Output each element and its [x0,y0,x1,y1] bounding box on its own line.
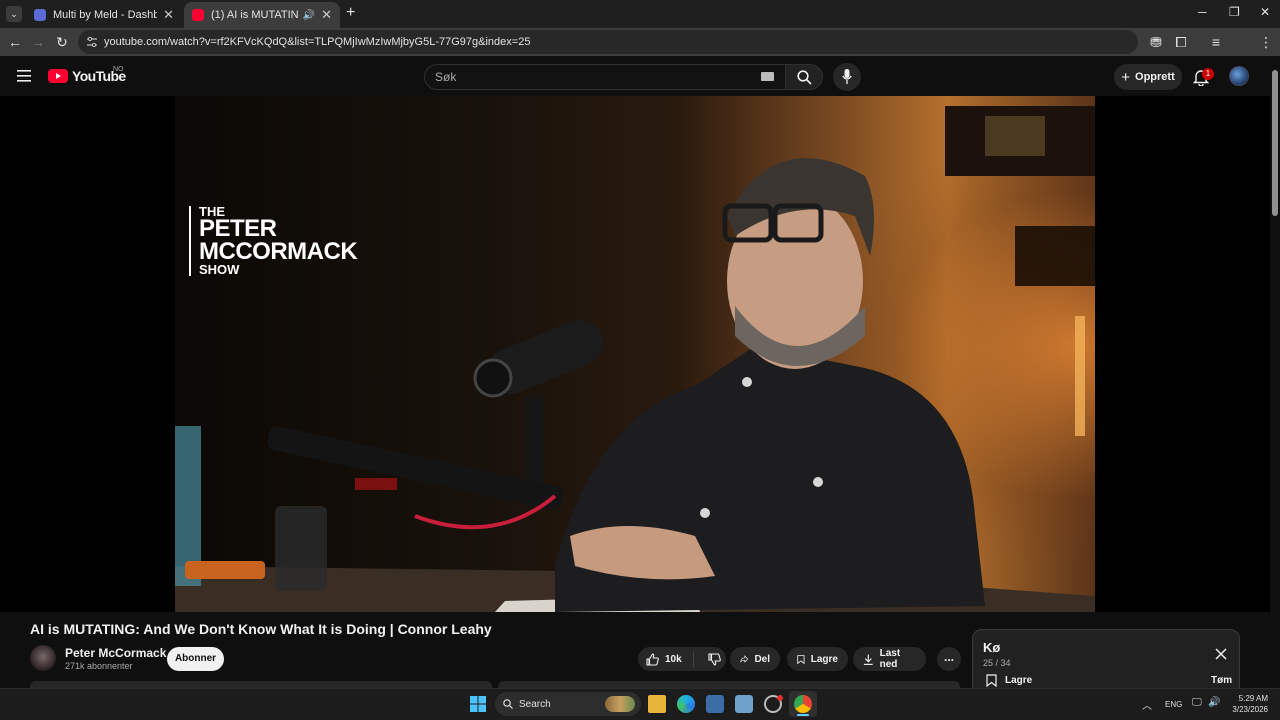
chevron-up-icon[interactable]: ︿ [1142,697,1152,712]
tab-multi-meld[interactable]: Multi by Meld - Dashboard. ✕ [26,2,182,28]
queue-position: 25 / 34 [983,658,1011,668]
queue-clear-button[interactable]: Tøm [1211,675,1232,686]
clock[interactable]: 5:29 AM 3/23/2026 [1230,693,1268,715]
video-scene-image [175,106,1095,612]
back-arrow-icon[interactable]: ← [7,34,23,50]
create-label: Opprett [1135,71,1175,83]
microphone-icon [842,69,852,84]
country-code: NO [113,66,124,73]
queue-save-label: Lagre [1005,675,1033,686]
thumbs-up-icon [646,652,659,666]
youtube-play-logo-icon [48,69,68,83]
browser-tab-strip: ⌄ Multi by Meld - Dashboard. ✕ (1) AI is… [0,0,1280,28]
forward-arrow-icon[interactable]: → [30,34,46,50]
tab-close-icon[interactable]: ✕ [321,7,332,23]
share-label: Del [754,653,770,665]
thumbs-down-icon [708,652,721,666]
minimize-icon[interactable]: ─ [1198,5,1207,19]
like-dislike-group: 10k [638,647,726,671]
download-label: Last ned [879,648,901,670]
hamburger-menu-icon[interactable] [17,70,31,82]
bookmark-icon [986,674,997,687]
remote-desktop-icon[interactable] [706,695,724,713]
site-info-icon[interactable] [86,36,98,48]
new-tab-button[interactable]: + [346,4,355,22]
taskbar-search-label: Search [519,698,551,710]
reload-icon[interactable]: ↻ [54,34,70,50]
notification-count-badge: 1 [1202,68,1214,80]
create-button[interactable]: + Opprett [1114,64,1182,90]
save-label: Lagre [810,653,838,665]
app-alert-badge [777,695,783,701]
close-icon[interactable] [1214,647,1228,661]
tab-youtube-video[interactable]: (1) AI is MUTATING: And We 🔊 ✕ [184,2,340,28]
more-actions-button[interactable]: ... [937,647,961,671]
account-avatar[interactable] [1229,66,1249,86]
keyboard-icon[interactable] [761,72,774,81]
tab-title: (1) AI is MUTATING: And We [211,9,299,21]
video-title: AI is MUTATING: And We Don't Know What I… [30,621,492,637]
url-text: youtube.com/watch?v=rf2KFVcKQdQ&list=TLP… [104,36,531,48]
like-button[interactable]: 10k [638,651,694,667]
youtube-favicon-icon [192,9,204,21]
windows-start-icon[interactable] [470,696,486,712]
speaker-icon[interactable]: 🔊 [303,10,315,21]
queue-save-button[interactable]: Lagre [986,674,1032,687]
search-highlight-icon [605,696,635,712]
clock-time: 5:29 AM [1238,694,1268,703]
active-indicator [797,714,809,716]
search-button[interactable] [785,64,823,90]
network-icon[interactable]: 🖵 [1192,697,1202,708]
save-button[interactable]: Lagre [787,647,848,671]
tab-search-icon[interactable]: ⌄ [6,6,22,22]
video-frame[interactable] [175,96,1095,612]
search-icon [797,70,812,85]
volume-icon[interactable]: 🔊 [1208,697,1220,708]
logo-line-show: SHOW [199,261,240,277]
puzzle-extensions-icon[interactable]: ⧠ [1173,34,1189,50]
address-bar[interactable]: youtube.com/watch?v=rf2KFVcKQdQ&list=TLP… [78,30,1138,54]
download-icon [863,654,873,665]
clock-date: 3/23/2026 [1232,705,1268,714]
queue-title: Kø [983,640,1001,655]
download-button[interactable]: Last ned [853,647,926,671]
file-explorer-icon[interactable] [648,695,666,713]
dislike-button[interactable] [700,652,721,666]
menu-kebab-icon[interactable]: ⋮ [1258,34,1274,50]
meld-favicon-icon [34,9,46,21]
subscriber-count: 271k abonnenter [65,661,133,671]
tab-title: Multi by Meld - Dashboard. [53,9,158,21]
channel-avatar[interactable] [30,645,56,671]
voice-search-button[interactable] [833,63,861,91]
close-window-icon[interactable]: ✕ [1260,5,1270,19]
logo-line-mccormack: MCCORMACK [199,238,358,266]
video-player[interactable]: THE PETER MCCORMACK SHOW [0,96,1270,612]
channel-name-link[interactable]: Peter McCormack [65,646,166,660]
taskbar-search-box[interactable]: Search [495,692,641,716]
restore-icon[interactable]: ❐ [1229,5,1240,19]
media-control-icon[interactable]: ≡ [1208,34,1224,50]
scrollbar-thumb[interactable] [1272,70,1278,216]
like-count: 10k [665,653,682,665]
snipping-tool-icon[interactable] [735,695,753,713]
bookmark-icon [797,654,805,664]
share-arrow-icon [740,655,749,663]
search-icon [503,699,513,709]
extension-icon[interactable]: ⛃ [1148,34,1164,50]
share-button[interactable]: Del [730,647,780,671]
show-watermark-logo: THE PETER MCCORMACK SHOW [189,205,358,277]
tab-close-icon[interactable]: ✕ [163,7,174,23]
edge-browser-icon[interactable] [677,695,695,713]
plus-icon: + [1121,68,1131,86]
search-input[interactable]: Søk [424,64,786,90]
chrome-browser-icon[interactable] [794,695,812,713]
input-language[interactable]: ENG [1165,700,1182,709]
subscribe-button[interactable]: Abonner [167,647,224,671]
